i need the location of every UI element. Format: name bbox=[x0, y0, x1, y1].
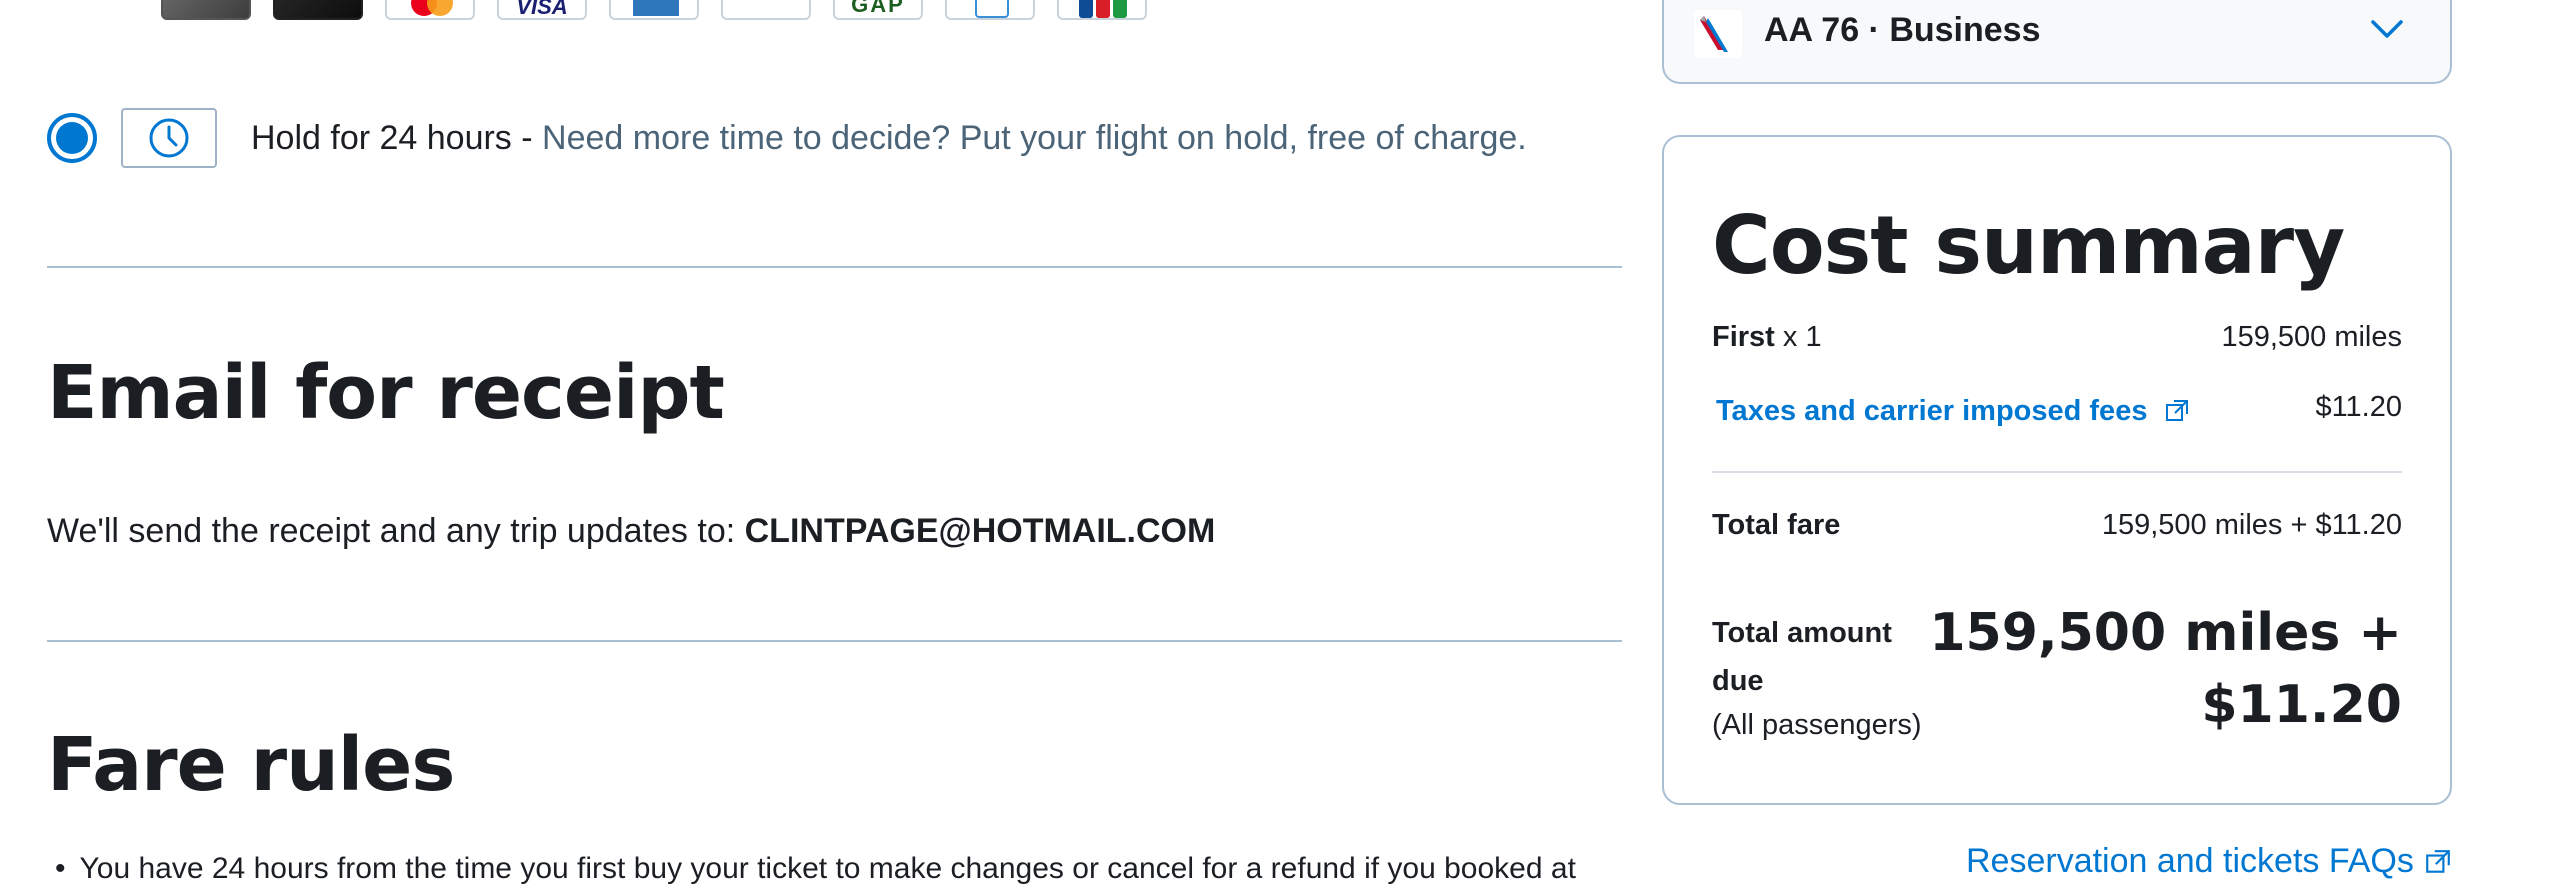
total-due-value: 159,500 miles + $11.20 bbox=[1929, 597, 2402, 741]
total-due-row: Total amount due (All passengers) 159,50… bbox=[1712, 603, 2402, 745]
taxes-row: Taxes and carrier imposed fees $11.20 bbox=[1712, 391, 2402, 428]
taxes-link[interactable]: Taxes and carrier imposed fees bbox=[1712, 395, 2190, 427]
hold-label: Hold for 24 hours - bbox=[251, 118, 543, 157]
fare-rules-title: Fare rules bbox=[47, 722, 455, 808]
faq-link-label: Reservation and tickets FAQs bbox=[1966, 842, 2414, 880]
total-fare-value: 159,500 miles + $11.20 bbox=[2101, 509, 2402, 541]
email-section-title: Email for receipt bbox=[47, 350, 725, 436]
radio-selected-dot bbox=[56, 122, 88, 154]
divider bbox=[47, 266, 1622, 268]
visa-icon: VISA bbox=[497, 0, 587, 20]
external-link-icon bbox=[2426, 849, 2450, 873]
total-due-value-miles: 159,500 miles + bbox=[1929, 603, 2402, 663]
clock-icon bbox=[121, 108, 217, 168]
divider bbox=[47, 640, 1622, 642]
receipt-email: CLINTPAGE@HOTMAIL.COM bbox=[744, 512, 1216, 550]
mastercard-icon bbox=[385, 0, 475, 20]
gap-card-icon: GAP bbox=[833, 0, 923, 20]
card-icon bbox=[273, 0, 363, 20]
chevron-down-icon[interactable] bbox=[2370, 18, 2404, 45]
hold-radio-button[interactable] bbox=[47, 113, 97, 163]
card-icon bbox=[161, 0, 251, 20]
payment-cards-row: VISA GAP bbox=[161, 0, 1147, 20]
divider bbox=[1712, 471, 2402, 473]
jcb-card-icon bbox=[1057, 0, 1147, 20]
first-qty: x 1 bbox=[1774, 321, 1822, 353]
cost-summary-title: Cost summary bbox=[1712, 199, 2345, 292]
hold-text: Hold for 24 hours - Need more time to de… bbox=[251, 119, 1527, 158]
first-label: First bbox=[1712, 321, 1775, 353]
american-airlines-logo-icon bbox=[1694, 10, 1742, 58]
cost-summary-card: Cost summary First x 1 159,500 miles Tax… bbox=[1662, 135, 2452, 805]
flight-label: AA 76 · Business bbox=[1764, 11, 2041, 49]
receipt-label: We'll send the receipt and any trip upda… bbox=[47, 512, 745, 550]
hold-option[interactable]: Hold for 24 hours - Need more time to de… bbox=[47, 108, 1527, 168]
hold-description: Need more time to decide? Put your fligh… bbox=[542, 118, 1527, 157]
first-class-row: First x 1 159,500 miles bbox=[1712, 321, 2402, 354]
first-value: 159,500 miles bbox=[2221, 321, 2402, 353]
flight-selector[interactable]: AA 76 · Business bbox=[1662, 0, 2452, 84]
total-fare-label: Total fare bbox=[1712, 509, 1841, 541]
fare-rule-item: You have 24 hours from the time you firs… bbox=[55, 852, 1576, 886]
amex-icon bbox=[609, 0, 699, 20]
faq-link[interactable]: Reservation and tickets FAQs bbox=[1966, 842, 2452, 881]
taxes-value: $11.20 bbox=[2315, 391, 2402, 423]
total-fare-row: Total fare 159,500 miles + $11.20 bbox=[1712, 509, 2402, 542]
external-link-icon bbox=[2165, 400, 2188, 421]
card-icon bbox=[721, 0, 811, 20]
total-due-value-dollars: $11.20 bbox=[2201, 675, 2402, 735]
card-icon bbox=[945, 0, 1035, 20]
receipt-text: We'll send the receipt and any trip upda… bbox=[47, 512, 1215, 551]
